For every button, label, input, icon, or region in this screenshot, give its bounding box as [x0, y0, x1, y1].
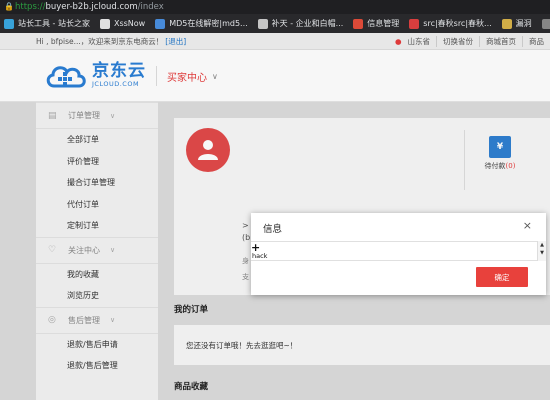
close-icon[interactable]: × — [523, 219, 532, 232]
dialog-message-area: + hack — [251, 241, 537, 261]
dialog-title: 信息 — [263, 224, 283, 235]
modal-overlay — [0, 0, 550, 400]
info-dialog: 信息 × + hack ▲ ▼ 确定 — [251, 213, 546, 295]
confirm-button[interactable]: 确定 — [476, 267, 528, 287]
dialog-scrollbar[interactable]: ▲ ▼ — [537, 241, 546, 261]
dialog-message: hack — [252, 252, 268, 260]
